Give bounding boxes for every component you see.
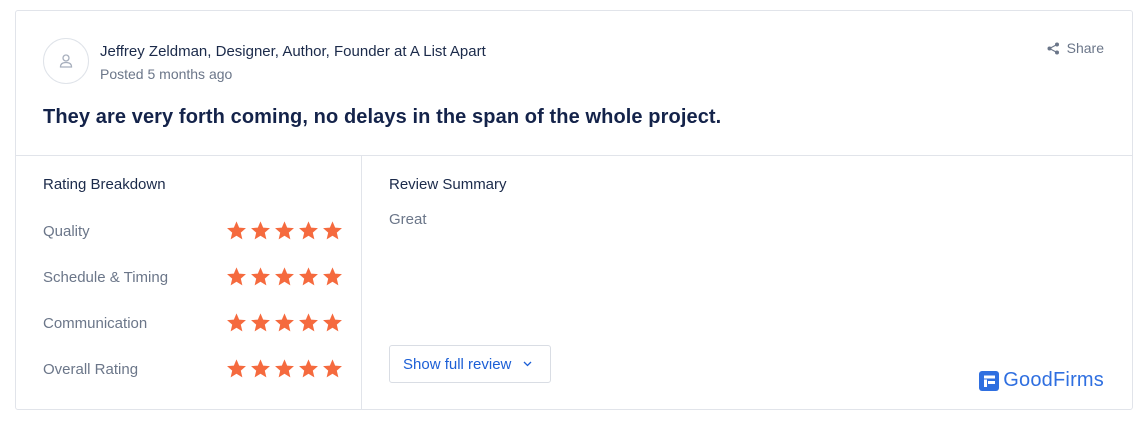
review-header: Jeffrey Zeldman, Designer, Author, Found… [16, 11, 1132, 156]
review-summary-title: Review Summary [389, 176, 507, 193]
star-icon [251, 313, 270, 332]
star-icon [227, 359, 246, 378]
rating-label: Schedule & Timing [43, 268, 169, 286]
star-icon [251, 359, 270, 378]
share-label: Share [1066, 40, 1104, 56]
rating-label: Communication [43, 314, 148, 332]
star-icon [299, 221, 318, 240]
star-icon [323, 267, 342, 286]
rating-label: Quality [43, 222, 90, 240]
show-full-review-label: Show full review [403, 355, 512, 373]
star-icon [275, 359, 294, 378]
star-icon [323, 221, 342, 240]
brand-name: GoodFirms [1003, 369, 1104, 391]
goodfirms-logo-icon [979, 370, 1000, 391]
posted-time: Posted 5 months ago [100, 66, 233, 82]
column-divider [361, 156, 362, 410]
user-icon [59, 54, 73, 68]
share-button[interactable]: Share [1047, 40, 1104, 56]
star-icon [323, 359, 342, 378]
star-icon [275, 267, 294, 286]
rating-row-overall: Overall Rating [43, 356, 348, 382]
rating-breakdown-title: Rating Breakdown [43, 176, 166, 193]
rating-row-quality: Quality [43, 218, 348, 244]
review-summary-text: Great [389, 211, 427, 228]
star-rating [225, 312, 344, 334]
rating-row-schedule-timing: Schedule & Timing [43, 264, 348, 290]
star-icon [323, 313, 342, 332]
star-icon [275, 221, 294, 240]
star-icon [227, 267, 246, 286]
star-rating [225, 358, 344, 380]
star-rating [225, 266, 344, 288]
review-headline: They are very forth coming, no delays in… [43, 106, 722, 128]
goodfirms-logo: GoodFirms [979, 369, 1104, 392]
share-icon [1047, 42, 1059, 54]
reviewer-name: Jeffrey Zeldman, Designer, Author, Found… [100, 43, 486, 60]
star-icon [251, 267, 270, 286]
star-icon [251, 221, 270, 240]
star-icon [299, 359, 318, 378]
review-card: Jeffrey Zeldman, Designer, Author, Found… [15, 10, 1133, 410]
star-rating [225, 220, 344, 242]
star-icon [299, 313, 318, 332]
rating-label: Overall Rating [43, 360, 139, 378]
star-icon [227, 313, 246, 332]
avatar [43, 38, 89, 84]
star-icon [275, 313, 294, 332]
star-icon [299, 267, 318, 286]
divider [16, 155, 1132, 156]
rating-row-communication: Communication [43, 310, 348, 336]
star-icon [227, 221, 246, 240]
show-full-review-button[interactable]: Show full review [389, 345, 551, 383]
chevron-down-icon [523, 361, 532, 367]
